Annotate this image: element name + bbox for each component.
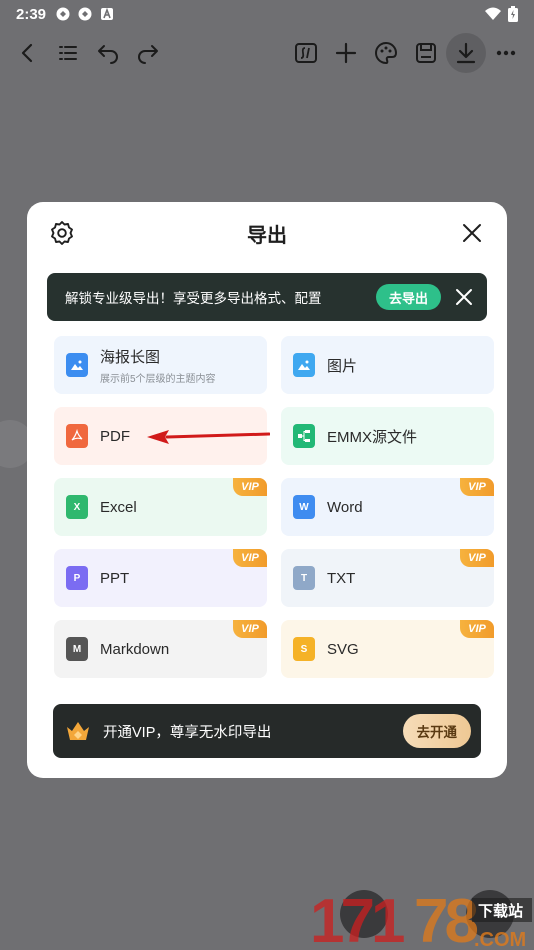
svg-text:78: 78 (414, 887, 477, 950)
markdown-icon: M (66, 637, 88, 661)
more-button[interactable] (486, 33, 526, 73)
option-label: Excel (100, 498, 137, 516)
upgrade-promo-bar: 解锁专业级导出！享受更多导出格式、配置 去导出 (47, 273, 487, 321)
back-button[interactable] (8, 33, 48, 73)
export-option-svg[interactable]: S SVG VIP (281, 620, 494, 678)
undo-icon (98, 45, 118, 64)
a-icon (101, 7, 114, 20)
option-subtitle: 展示前5个层级的主题内容 (100, 373, 216, 385)
option-label: PDF (100, 427, 130, 445)
vip-bar-text: 开通VIP，尊享无水印导出 (103, 724, 272, 741)
redo-button[interactable] (128, 33, 168, 73)
settings-icon[interactable] (49, 220, 75, 246)
status-time: 2:39 (16, 5, 47, 23)
formula-button[interactable] (286, 33, 326, 73)
dialog-header: 导出 (27, 202, 507, 264)
add-button[interactable] (326, 33, 366, 73)
option-label: 图片 (327, 357, 358, 375)
notification-icon (56, 7, 70, 21)
status-right (484, 6, 518, 22)
add-icon (335, 42, 357, 64)
option-label: Word (327, 498, 363, 516)
wifi-icon (485, 7, 501, 20)
crown-icon (67, 722, 89, 740)
undo-button[interactable] (88, 33, 128, 73)
poster-icon (66, 353, 88, 377)
promo-close-icon[interactable] (455, 288, 473, 306)
svg-text:171: 171 (310, 887, 404, 950)
export-option-markdown[interactable]: M Markdown VIP (54, 620, 267, 678)
palette-icon (375, 41, 398, 65)
option-label: EMMX源文件 (327, 428, 418, 446)
status-bar: 2:39 (0, 0, 534, 28)
vip-badge: VIP (460, 549, 494, 567)
more-icon (496, 50, 516, 56)
txt-icon: T (293, 566, 315, 590)
export-option-txt[interactable]: T TXT VIP (281, 549, 494, 607)
export-option-ppt[interactable]: P PPT VIP (54, 549, 267, 607)
download-button[interactable] (446, 33, 486, 73)
outline-button[interactable] (48, 33, 88, 73)
option-label: SVG (327, 640, 359, 658)
vip-badge: VIP (460, 620, 494, 638)
palette-button[interactable] (366, 33, 406, 73)
export-option-poster[interactable]: 海报长图 展示前5个层级的主题内容 (54, 336, 267, 394)
save-icon (416, 43, 436, 63)
svg-text:.COM: .COM (474, 929, 526, 950)
excel-icon: X (66, 495, 88, 519)
option-label: 海报长图 (100, 348, 161, 366)
option-label: Markdown (100, 640, 170, 658)
pdf-icon (66, 424, 88, 448)
export-option-excel[interactable]: X Excel VIP (54, 478, 267, 536)
vip-open-button[interactable]: 去开通 (402, 714, 471, 748)
export-dialog: 导出 解锁专业级导出！享受更多导出格式、配置 去导出 海报长图 展示前5个层级的… (27, 202, 507, 778)
close-icon[interactable] (461, 222, 483, 244)
red-arrow-annotation (147, 430, 270, 444)
option-label: TXT (327, 569, 356, 587)
site-watermark-logo: 171 78 下载站 .COM (310, 887, 532, 950)
vip-badge: VIP (233, 620, 267, 638)
redo-icon (138, 45, 158, 64)
option-label: PPT (100, 569, 130, 587)
editor-toolbar (0, 30, 534, 76)
download-icon (456, 42, 476, 64)
dialog-title: 导出 (247, 224, 287, 247)
save-button[interactable] (406, 33, 446, 73)
vip-badge: VIP (460, 478, 494, 496)
promo-text: 解锁专业级导出！享受更多导出格式、配置 (65, 291, 322, 306)
word-icon: W (293, 495, 315, 519)
export-option-image[interactable]: 图片 (281, 336, 494, 394)
outline-icon (59, 46, 77, 60)
svg-icon: S (293, 637, 315, 661)
formula-icon (295, 43, 317, 63)
export-option-word[interactable]: W Word VIP (281, 478, 494, 536)
vip-upgrade-bar: 开通VIP，尊享无水印导出 去开通 (53, 704, 481, 758)
notification-icon (78, 7, 92, 21)
image-icon (293, 353, 315, 377)
emmx-icon (293, 424, 315, 448)
ppt-icon: P (66, 566, 88, 590)
vip-badge: VIP (233, 478, 267, 496)
back-icon (21, 43, 33, 63)
export-option-emmx[interactable]: EMMX源文件 (281, 407, 494, 465)
vip-badge: VIP (233, 549, 267, 567)
promo-export-button[interactable]: 去导出 (375, 284, 441, 310)
battery-icon (508, 6, 518, 22)
svg-text:下载站: 下载站 (478, 902, 523, 920)
